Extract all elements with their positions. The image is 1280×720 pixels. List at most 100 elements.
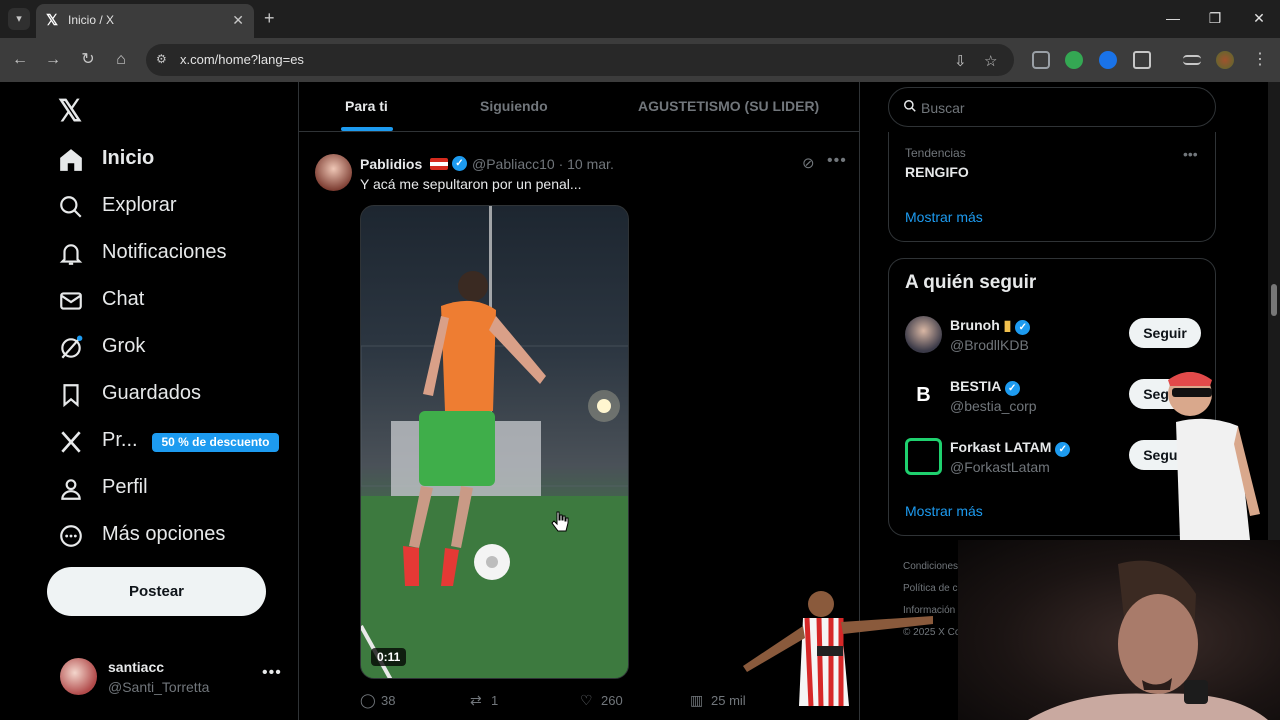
avatar	[60, 658, 97, 695]
nav-item-mas-opciones[interactable]: Más opciones	[58, 521, 225, 551]
show-more-link[interactable]: Mostrar más	[905, 503, 983, 519]
verified-badge-icon: ✓	[1004, 381, 1020, 396]
suggestion-handle: @bestia_corp	[950, 398, 1037, 414]
trend-category: Tendencias	[905, 146, 966, 160]
nav-label: Más opciones	[102, 523, 226, 545]
x-premium-icon	[61, 431, 81, 453]
nav-item-chat[interactable]: Chat	[58, 286, 144, 316]
nav-item-guardados[interactable]: Guardados	[58, 380, 201, 410]
tab-search-dropdown-icon[interactable]: ▾	[8, 8, 30, 30]
post-author[interactable]: Pablidios	[360, 156, 422, 172]
extension-shazam-icon[interactable]	[1099, 51, 1117, 69]
footer-link[interactable]: Condiciones	[903, 556, 963, 578]
suggestion-name-text: Forkast LATAM	[950, 439, 1052, 455]
nav-label: Guardados	[102, 382, 201, 404]
browser-tab[interactable]: 𝕏 Inicio / X ✕	[36, 4, 254, 38]
address-bar[interactable]: ⚙ x.com/home?lang=es ⇩ ☆	[146, 44, 1014, 76]
nav-label: Grok	[102, 335, 146, 357]
bestia-logo-icon[interactable]: B	[905, 377, 942, 414]
post-video[interactable]: 0:11	[360, 205, 629, 679]
panel-title: A quién seguir	[905, 272, 1037, 293]
install-app-icon[interactable]: ⇩	[954, 52, 967, 70]
nav-label: Inicio	[102, 147, 155, 169]
restore-icon[interactable]: ❐	[1205, 10, 1225, 27]
extension-shield-icon[interactable]	[1065, 51, 1083, 69]
hand-cursor-icon	[551, 511, 569, 532]
tab-para-ti[interactable]: Para ti	[345, 98, 388, 114]
repost-button[interactable]: ⇄ 1	[470, 692, 498, 709]
person-icon	[61, 479, 81, 500]
webcam-overlay	[958, 540, 1280, 720]
video-frame	[361, 206, 628, 678]
suggestion-name: BESTIA ✓	[950, 378, 1020, 396]
new-tab-icon[interactable]: +	[264, 8, 275, 28]
x-logo-icon[interactable]: 𝕏	[58, 94, 82, 129]
extensions-puzzle-icon[interactable]	[1133, 51, 1151, 69]
nav-item-explorar[interactable]: Explorar	[58, 192, 176, 222]
browser-menu-icon[interactable]: ⋮	[1250, 50, 1270, 70]
like-button[interactable]: ♡ 260	[580, 692, 623, 709]
home-browser-icon[interactable]: ⌂	[111, 50, 131, 70]
premium-discount-badge[interactable]: 50 % de descuento	[152, 433, 279, 452]
suggestion-handle: @ForkastLatam	[950, 459, 1050, 475]
follow-suggestion[interactable]: Brunoh ▮ ✓ @BrodllKDB Seguir	[905, 313, 1205, 357]
bookmark-star-icon[interactable]: ☆	[984, 52, 997, 70]
follow-button[interactable]: Seguir	[1129, 318, 1201, 348]
verified-badge-icon: ✓	[1055, 442, 1071, 457]
media-control-icon[interactable]	[1183, 55, 1201, 65]
more-icon[interactable]: •••	[1183, 146, 1198, 162]
avatar[interactable]	[315, 154, 352, 191]
reload-icon[interactable]: ↻	[78, 50, 98, 70]
reply-count: 38	[381, 693, 396, 708]
suggestion-name-text: Brunoh	[950, 317, 1000, 333]
more-circle-icon	[60, 525, 82, 547]
show-more-link[interactable]: Mostrar más	[905, 209, 983, 225]
forward-icon[interactable]: →	[43, 50, 63, 70]
search-icon	[60, 196, 82, 218]
post-button[interactable]: Postear	[47, 567, 266, 616]
scrollbar-thumb[interactable]	[1271, 284, 1277, 316]
footballer-sticker-image	[743, 591, 933, 707]
trend-item[interactable]: RENGIFO	[905, 164, 969, 180]
webcam-image	[1028, 560, 1268, 720]
nav-item-notificaciones[interactable]: Notificaciones	[58, 239, 227, 269]
left-sidebar: 𝕏 Inicio Explorar Notificaciones Chat Gr…	[0, 82, 298, 720]
trends-panel: Tendencias RENGIFO ••• Mostrar más	[888, 132, 1216, 242]
nav-item-premium[interactable]: Pr...	[58, 427, 138, 457]
tab-siguiendo[interactable]: Siguiendo	[480, 98, 548, 114]
extension-save-icon[interactable]	[1032, 51, 1050, 69]
home-icon	[60, 149, 82, 171]
more-icon[interactable]: •••	[827, 152, 847, 170]
site-settings-icon[interactable]: ⚙	[156, 52, 172, 68]
verified-badge-icon: ✓	[1015, 320, 1031, 335]
nav-item-grok[interactable]: Grok	[58, 333, 145, 363]
forkast-logo-icon[interactable]	[905, 438, 942, 475]
flag-icon	[430, 158, 448, 170]
address-url[interactable]: x.com/home?lang=es	[180, 52, 304, 67]
video-duration: 0:11	[371, 648, 407, 666]
account-switcher[interactable]: santiacc @Santi_Torretta •••	[60, 656, 290, 698]
tab-close-icon[interactable]: ✕	[232, 12, 244, 29]
window-close-icon[interactable]: ✕	[1249, 10, 1269, 27]
like-count: 260	[601, 693, 623, 708]
grok-icon[interactable]: ⊘	[802, 154, 815, 172]
back-icon[interactable]: ←	[10, 50, 30, 70]
bookmark-icon	[63, 384, 79, 408]
profile-avatar-icon[interactable]	[1216, 51, 1234, 69]
reply-button[interactable]: ◯ 38	[360, 692, 395, 709]
minimize-icon[interactable]: —	[1163, 10, 1183, 26]
nav-item-inicio[interactable]: Inicio	[58, 145, 154, 175]
search-icon	[904, 100, 916, 112]
account-name: santiacc	[108, 659, 165, 675]
suggestion-name: Forkast LATAM ✓	[950, 439, 1071, 457]
post-handle-time[interactable]: @Pabliacc10 · 10 mar.	[472, 156, 614, 172]
nav-item-perfil[interactable]: Perfil	[58, 474, 148, 504]
reply-icon: ◯	[360, 692, 376, 708]
search-input[interactable]: Buscar	[888, 87, 1216, 127]
nav-label: Pr...	[102, 429, 138, 451]
more-icon[interactable]: •••	[262, 664, 282, 682]
tab-agustetismo[interactable]: AGUSTETISMO (SU LIDER)	[638, 98, 819, 114]
timeline-tabs: Para ti Siguiendo AGUSTETISMO (SU LIDER)	[299, 82, 860, 132]
avatar[interactable]	[905, 316, 942, 353]
nav-label: Perfil	[102, 476, 148, 498]
